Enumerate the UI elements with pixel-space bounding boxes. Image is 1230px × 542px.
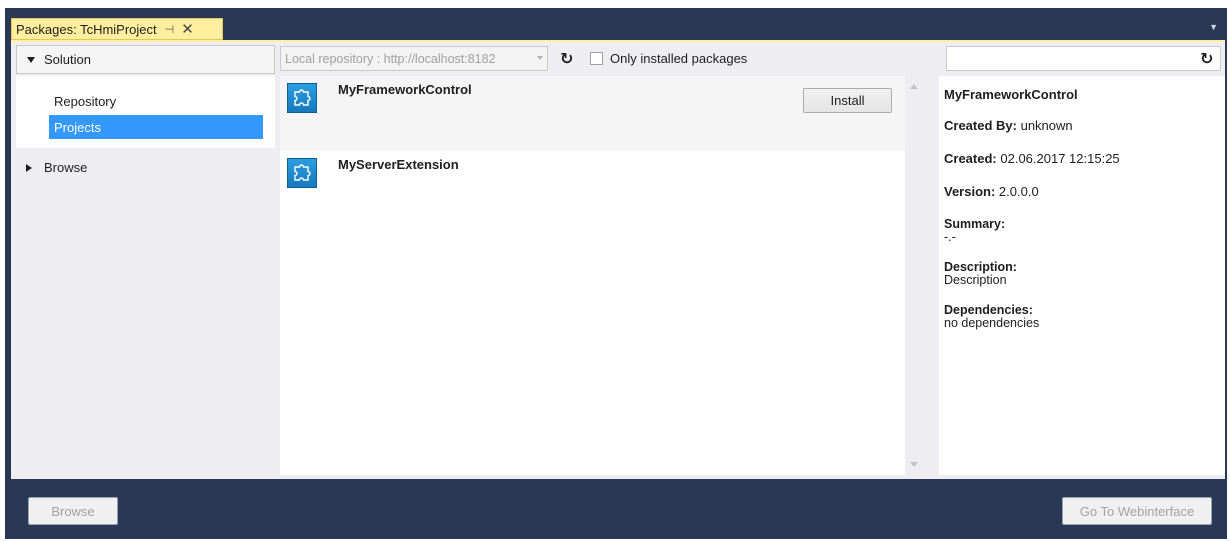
version-label: Version: (944, 184, 996, 199)
nav-item-projects[interactable]: Projects (49, 115, 263, 139)
solution-label: Solution (44, 52, 91, 67)
chevron-down-icon (537, 56, 543, 60)
go-to-webinterface-button[interactable]: Go To Webinterface (1062, 497, 1212, 525)
created-value: 02.06.2017 12:15:25 (1000, 151, 1120, 166)
created-row: Created: 02.06.2017 12:15:25 (944, 151, 1120, 166)
created-by-label: Created By: (944, 118, 1017, 133)
install-button[interactable]: Install (803, 88, 892, 113)
dependencies-value: no dependencies (944, 316, 1040, 330)
document-tab[interactable]: Packages: TcHmiProject ⊣ ✕ (11, 18, 223, 40)
expand-triangle-icon (27, 56, 35, 63)
collapse-triangle-icon (26, 163, 32, 172)
refresh-icon[interactable]: ↻ (1200, 49, 1213, 69)
puzzle-icon (287, 158, 317, 188)
vertical-scrollbar[interactable] (905, 76, 923, 475)
detail-title: MyFrameworkControl (944, 87, 1078, 102)
package-item[interactable]: MyFrameworkControl Install (280, 76, 905, 151)
created-label: Created: (944, 151, 997, 166)
refresh-icon[interactable]: ↻ (560, 49, 573, 69)
tab-title: Packages: TcHmiProject (16, 21, 157, 37)
description-section: Description: Description (944, 261, 1017, 287)
created-by-value: unknown (1020, 118, 1073, 133)
scroll-up-arrow-icon[interactable] (910, 84, 918, 89)
package-name: MyFrameworkControl (338, 82, 472, 97)
browse-button[interactable]: Browse (28, 497, 118, 525)
only-installed-label[interactable]: Only installed packages (610, 51, 747, 66)
footer-bar (11, 479, 1225, 536)
package-item[interactable]: MyServerExtension (280, 151, 905, 226)
package-name: MyServerExtension (338, 157, 459, 172)
version-row: Version: 2.0.0.0 (944, 184, 1039, 199)
repository-select[interactable]: Local repository : http://localhost:8182 (280, 46, 548, 71)
dependencies-section: Dependencies: no dependencies (944, 304, 1039, 330)
close-icon[interactable]: ✕ (181, 22, 194, 37)
pin-icon[interactable]: ⊣ (165, 23, 175, 36)
browse-node-label: Browse (44, 160, 88, 175)
solution-header[interactable]: Solution (16, 45, 275, 74)
tab-overflow-chevron-icon[interactable]: ▼ (1209, 22, 1218, 32)
search-input[interactable] (946, 46, 1221, 71)
browse-node[interactable]: Browse (26, 160, 87, 175)
scroll-down-arrow-icon[interactable] (910, 462, 918, 467)
nav-item-repository[interactable]: Repository (49, 89, 263, 113)
only-installed-checkbox[interactable] (590, 52, 603, 65)
created-by-row: Created By: unknown (944, 118, 1073, 133)
repository-select-value: Local repository : http://localhost:8182 (285, 51, 496, 66)
version-value: 2.0.0.0 (998, 184, 1039, 199)
description-value: Description (944, 273, 1007, 287)
summary-section: Summary: -.- (944, 218, 1005, 244)
puzzle-icon (287, 83, 317, 113)
summary-value: -.- (944, 230, 956, 244)
